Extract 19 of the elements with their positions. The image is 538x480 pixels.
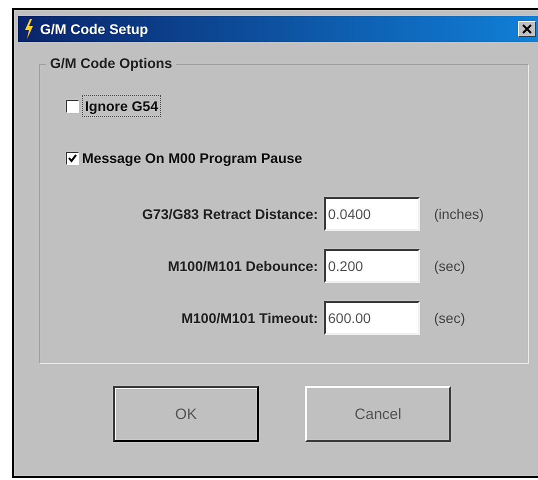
field-label: G73/G83 Retract Distance: bbox=[141, 206, 318, 222]
checkbox-label[interactable]: Ignore G54 bbox=[82, 95, 162, 117]
input-field[interactable]: 0.0400 bbox=[324, 197, 420, 231]
checkbox-label[interactable]: Message On M00 Program Pause bbox=[82, 150, 302, 166]
input-field[interactable]: 0.200 bbox=[324, 249, 420, 283]
checkbox[interactable] bbox=[66, 152, 79, 164]
close-button[interactable] bbox=[518, 21, 536, 37]
cancel-button[interactable]: Cancel bbox=[305, 386, 451, 442]
field-label: M100/M101 Timeout: bbox=[180, 310, 318, 326]
lightning-icon bbox=[24, 19, 34, 39]
unit-label: (sec) bbox=[434, 310, 466, 326]
group-title: G/M Code Options bbox=[46, 55, 176, 71]
unit-label: (sec) bbox=[434, 258, 466, 274]
checkbox[interactable] bbox=[66, 100, 79, 112]
input-field[interactable]: 600.00 bbox=[324, 301, 420, 335]
field-label: M100/M101 Debounce: bbox=[166, 258, 318, 274]
window-title: G/M Code Setup bbox=[40, 21, 150, 37]
ok-button[interactable]: OK bbox=[113, 386, 259, 442]
unit-label: (inches) bbox=[434, 206, 485, 222]
